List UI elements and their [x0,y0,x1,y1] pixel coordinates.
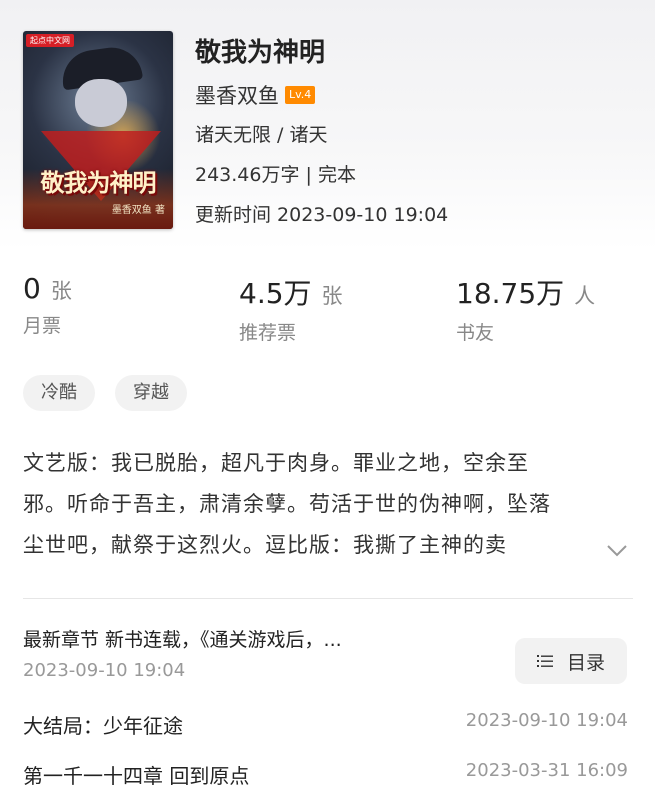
chapter-row[interactable]: 大结局：少年征途 2023-09-10 19:04 [23,710,628,739]
latest-chapter-link[interactable]: 最新章节 新书连载，《通关游戏后，... [23,625,342,652]
author-level-badge: Lv.4 [285,86,316,104]
stat-label: 月票 [23,315,62,337]
table-of-contents-button[interactable]: 目录 [515,638,627,684]
stat-monthly-tickets[interactable]: 0 张 月票 [23,272,72,338]
tag-list: 冷酷 穿越 [23,375,187,411]
stat-unit: 张 [321,284,343,308]
chapter-row[interactable]: 第一千一十四章 回到原点 2023-03-31 16:09 [23,760,628,789]
book-category[interactable]: 诸天无限 / 诸天 [195,120,327,147]
tag-chip[interactable]: 冷酷 [23,375,95,411]
stat-unit: 人 [574,284,596,308]
stat-label: 推荐票 [239,322,297,344]
stat-value: 4.5万 [239,277,312,310]
chapter-name: 大结局：少年征途 [23,714,183,738]
toc-label: 目录 [566,651,605,674]
chapter-time: 2023-09-10 19:04 [465,710,628,731]
book-word-count-status: 243.46万字 | 完本 [195,164,356,186]
cover-title-text: 敬我为神明 [40,168,157,197]
cover-author-text: 墨香双鱼 著 [111,205,165,216]
list-icon [536,655,553,667]
description-line: 尘世吧，献祭于这烈火。逗比版：我撕了主神的卖 [23,533,507,557]
stat-value: 0 [23,272,41,305]
book-description[interactable]: 文艺版：我已脱胎，超凡于肉身。罪业之地，空余至 邪。听命于吾主，肃清余孽。苟活于… [23,443,633,566]
stat-label: 书友 [456,322,495,344]
tag-chip[interactable]: 穿越 [115,375,187,411]
section-divider [23,598,633,599]
author-name[interactable]: 墨香双鱼 [195,80,279,110]
stats-row: 0 张 月票 4.5万 张 推荐票 18.75万 人 书友 [0,272,655,352]
stat-readers[interactable]: 18.75万 人 书友 [456,272,595,345]
stat-value: 18.75万 [456,277,565,310]
description-line: 文艺版：我已脱胎，超凡于肉身。罪业之地，空余至 [23,451,529,475]
chapter-time: 2023-03-31 16:09 [465,760,628,781]
book-title: 敬我为神明 [195,38,326,68]
latest-chapter-time: 2023-09-10 19:04 [23,660,186,681]
cover-publisher-badge: 起点中文网 [26,34,74,47]
author-row[interactable]: 墨香双鱼 Lv.4 [195,80,316,110]
cover-face [75,79,127,127]
stat-recommend-tickets[interactable]: 4.5万 张 推荐票 [239,272,343,345]
description-line: 邪。听命于吾主，肃清余孽。苟活于世的伪神啊，坠落 [23,492,551,516]
book-cover[interactable]: 起点中文网 敬我为神明 墨香双鱼 著 [23,31,173,229]
chapter-name: 第一千一十四章 回到原点 [23,764,250,788]
book-update-time: 更新时间 2023-09-10 19:04 [195,204,449,226]
stat-unit: 张 [50,279,72,303]
chevron-down-icon[interactable] [605,538,629,562]
